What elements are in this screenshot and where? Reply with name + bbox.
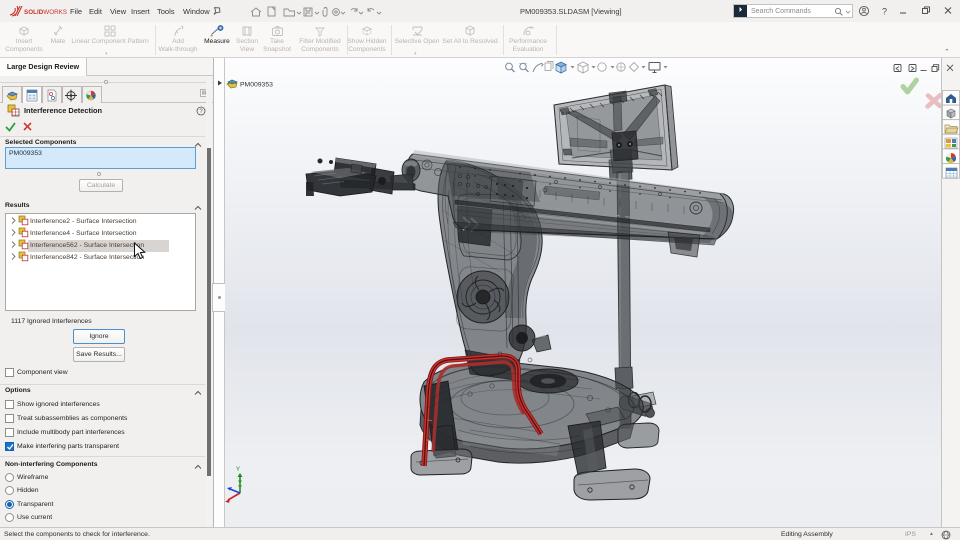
svg-text:PM009353: PM009353 [240,82,273,89]
svg-text:?: ? [882,7,887,17]
svg-text:Interference2 - Surface Inters: Interference2 - Surface Intersection [30,218,137,225]
svg-text:Y: Y [236,467,240,473]
svg-text:Interference842 - Surface Inte: Interference842 - Surface Intersection [30,254,144,261]
svg-text:SOLIDWORKS: SOLIDWORKS [24,9,67,16]
svg-text:Interference562 - Surface Inte: Interference562 - Surface Intersection [30,242,144,249]
svg-text:Interference4 - Surface Inters: Interference4 - Surface Intersection [30,230,137,237]
